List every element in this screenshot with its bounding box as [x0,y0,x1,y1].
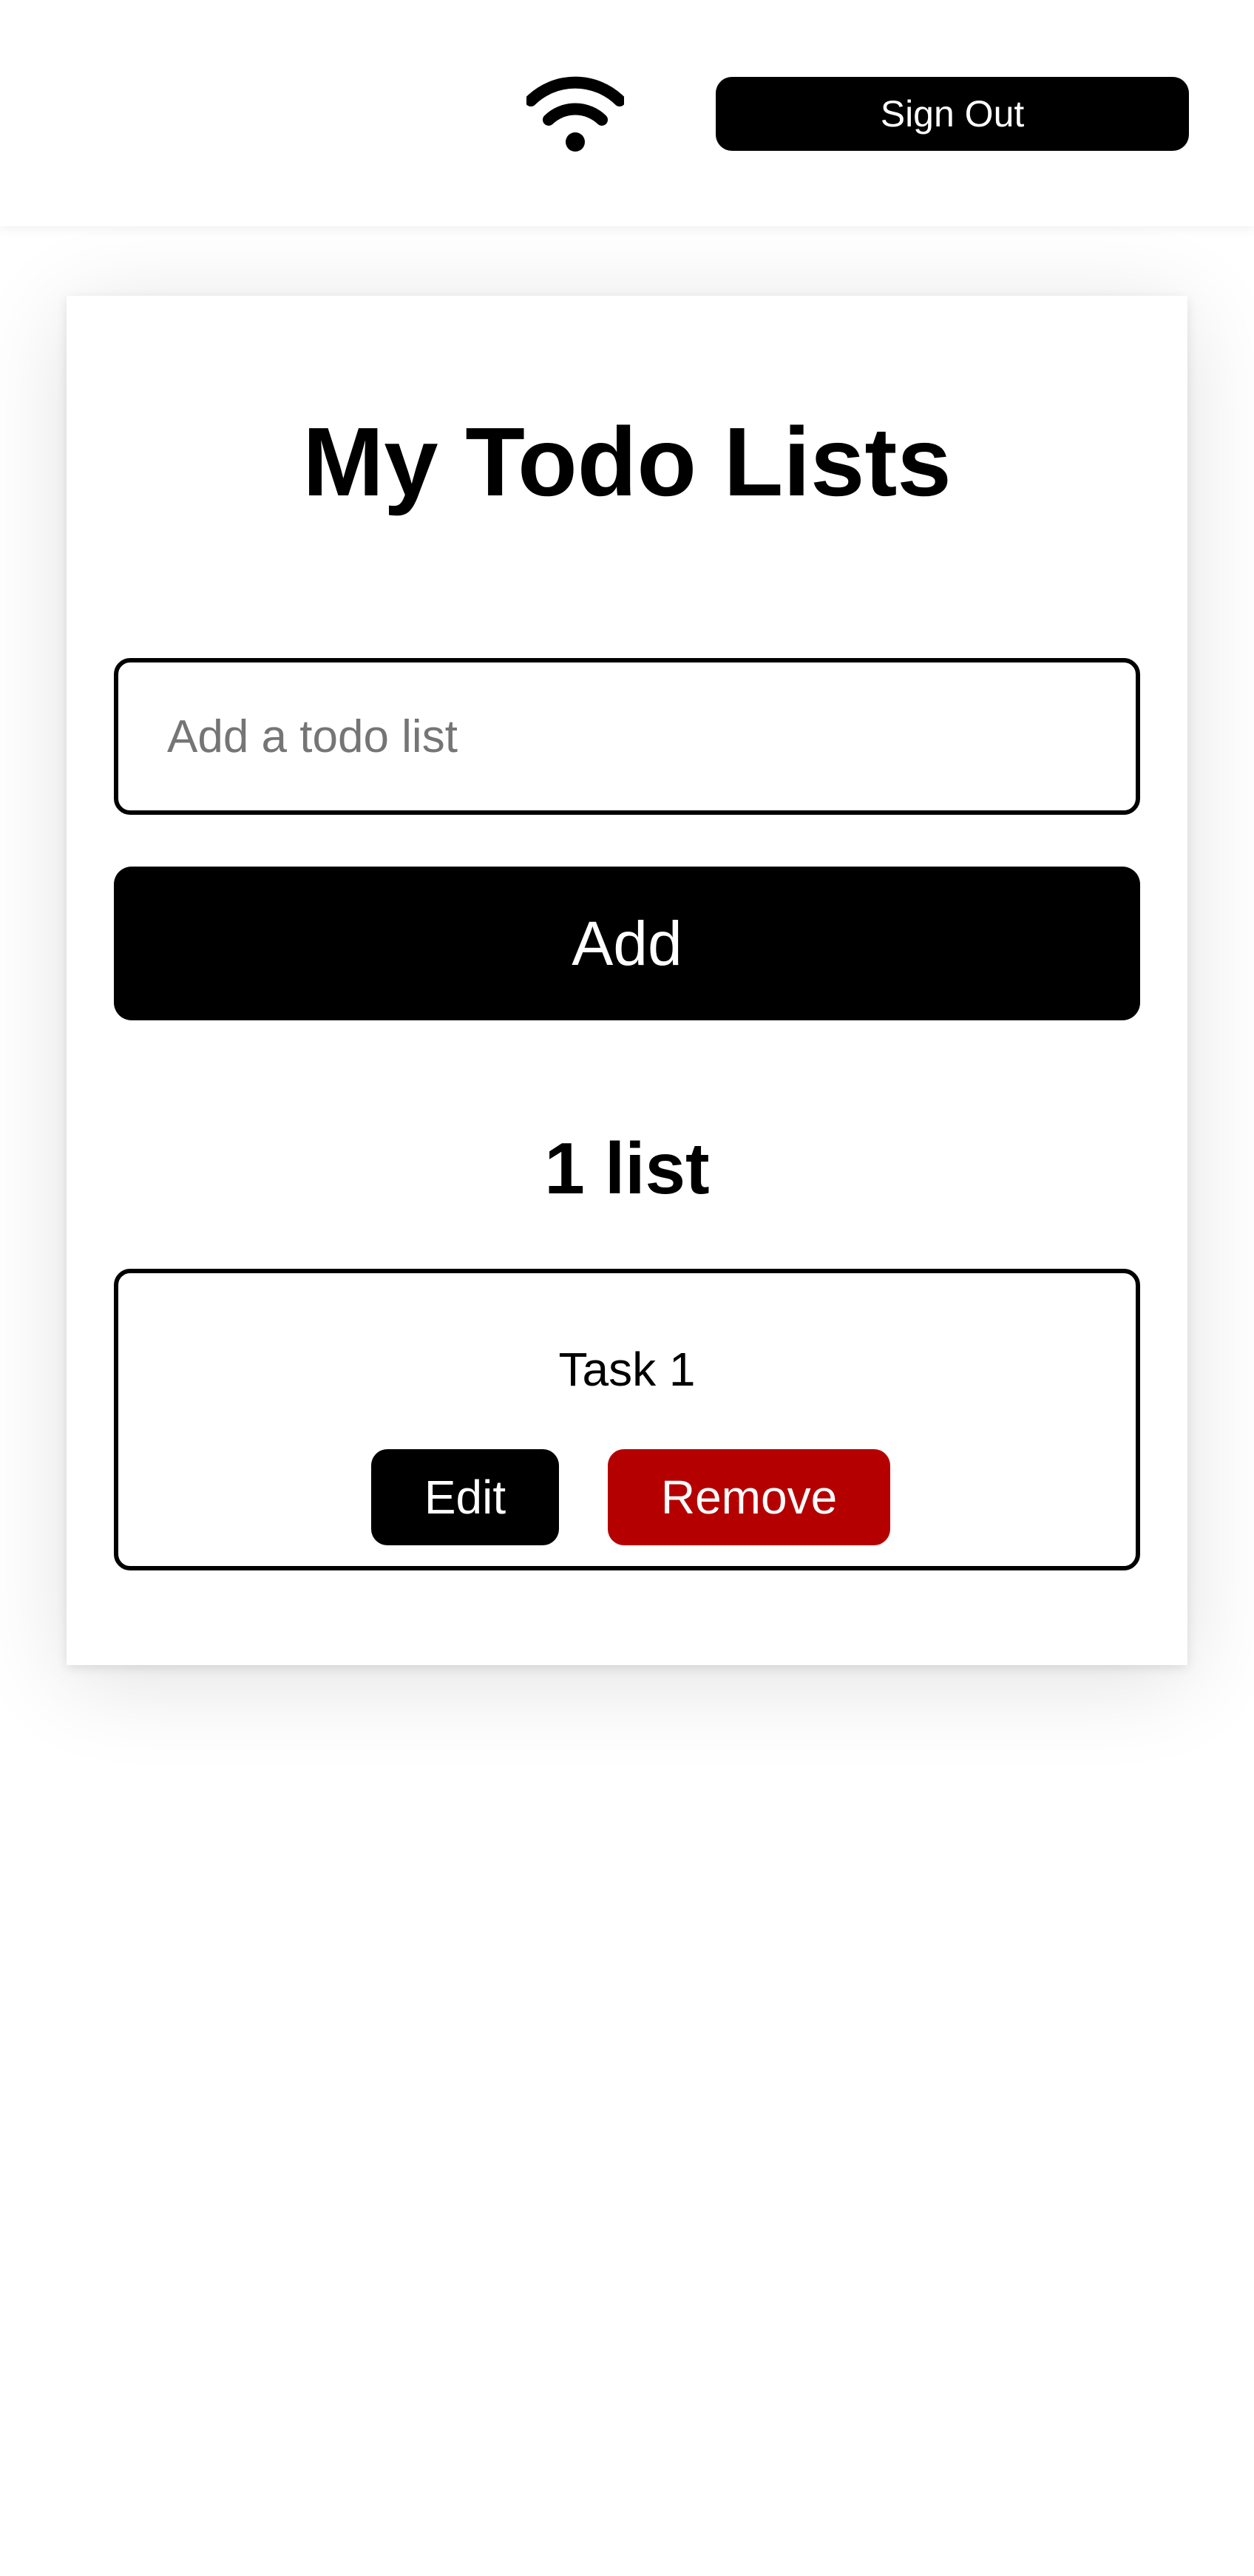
wifi-icon [526,76,624,152]
top-bar: Sign Out [0,0,1254,226]
list-item: Task 1 Edit Remove [114,1269,1140,1570]
add-todo-list-input[interactable] [114,658,1140,815]
add-button[interactable]: Add [114,867,1140,1020]
sign-out-button[interactable]: Sign Out [716,77,1189,151]
list-item-name: Task 1 [558,1343,696,1396]
todo-lists-card: My Todo Lists Add 1 list Task 1 Edit Rem… [67,296,1187,1665]
list-count: 1 list [544,1128,710,1209]
remove-button[interactable]: Remove [608,1449,890,1545]
edit-button[interactable]: Edit [371,1449,559,1545]
page-title: My Todo Lists [302,407,952,516]
